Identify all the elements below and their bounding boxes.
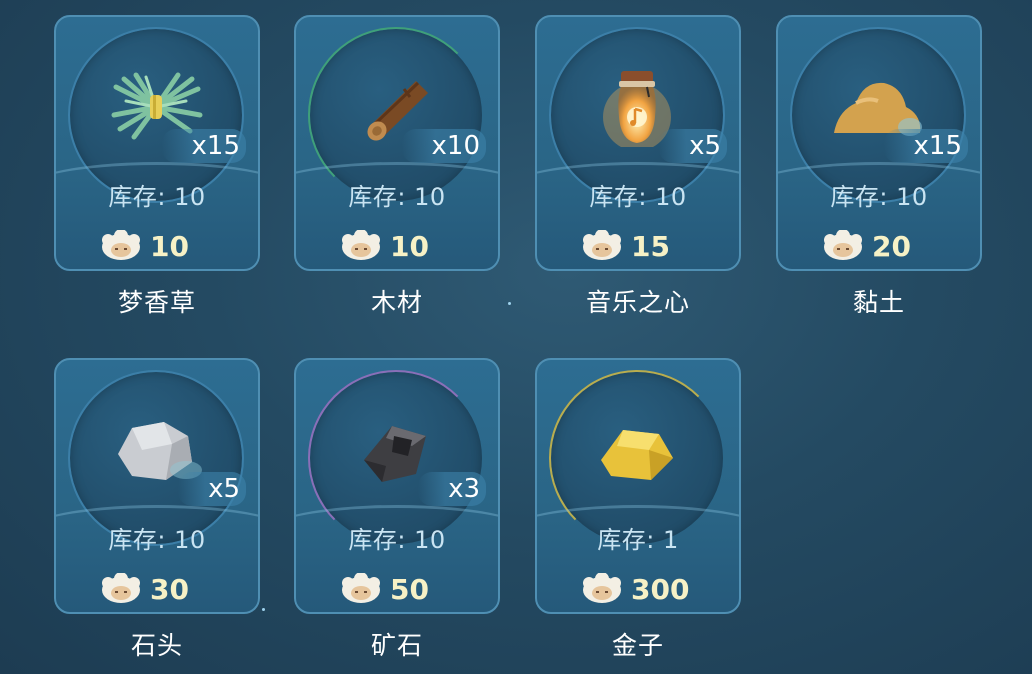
shop-item: x10 库存: 10 10 木材 xyxy=(294,15,500,319)
item-name: 金子 xyxy=(611,631,664,660)
item-name: 梦香草 xyxy=(117,288,196,317)
item-quantity: x10 xyxy=(401,129,486,163)
item-price-value: 20 xyxy=(872,229,911,263)
item-name: 音乐之心 xyxy=(585,288,690,317)
sheep-currency-icon xyxy=(583,573,621,603)
item-price-value: 50 xyxy=(390,572,429,606)
item-price: 10 xyxy=(340,229,429,263)
shop-item-card[interactable]: x15 库存: 10 20 xyxy=(776,15,982,271)
sheep-currency-icon xyxy=(102,230,140,260)
shop-item-grid: x15 库存: 10 10 梦香草 x10 库存: 10 10 木材 x5 库存… xyxy=(0,0,1032,674)
item-name: 石头 xyxy=(130,631,183,660)
item-name: 黏土 xyxy=(852,288,905,317)
shop-item-card[interactable]: x15 库存: 10 10 xyxy=(54,15,260,271)
item-quantity: x5 xyxy=(659,129,727,163)
sparkle-dot xyxy=(262,608,265,611)
sheep-currency-icon xyxy=(342,230,380,260)
sheep-currency-icon xyxy=(102,573,140,603)
item-stock: 库存: 10 xyxy=(108,526,206,554)
item-price-value: 10 xyxy=(150,229,189,263)
item-quantity: x15 xyxy=(883,129,968,163)
item-stock: 库存: 10 xyxy=(348,526,446,554)
item-quantity: x15 xyxy=(161,129,246,163)
item-quantity: x5 xyxy=(178,472,246,506)
shop-item: x5 库存: 10 15 音乐之心 xyxy=(535,15,741,319)
item-price: 300 xyxy=(581,572,689,606)
item-price: 15 xyxy=(581,229,670,263)
item-stock: 库存: 10 xyxy=(348,183,446,211)
item-name: 矿石 xyxy=(370,631,423,660)
shop-item-card[interactable]: x10 库存: 10 10 xyxy=(294,15,500,271)
item-price-value: 30 xyxy=(150,572,189,606)
sheep-currency-icon xyxy=(824,230,862,260)
gold-nugget-icon xyxy=(601,430,673,480)
item-name: 木材 xyxy=(370,288,423,317)
item-stock: 库存: 10 xyxy=(589,183,687,211)
shop-item: x5 库存: 10 30 石头 xyxy=(54,358,260,662)
sheep-currency-icon xyxy=(342,573,380,603)
item-price: 10 xyxy=(100,229,189,263)
item-price-value: 10 xyxy=(390,229,429,263)
item-price: 20 xyxy=(822,229,911,263)
item-stock: 库存: 10 xyxy=(108,183,206,211)
sparkle-dot xyxy=(508,302,511,305)
item-stock: 库存: 1 xyxy=(597,526,679,554)
shop-item: x3 库存: 10 50 矿石 xyxy=(294,358,500,662)
item-price-value: 15 xyxy=(631,229,670,263)
shop-item: x15 库存: 10 20 黏土 xyxy=(776,15,982,319)
sheep-currency-icon xyxy=(583,230,621,260)
item-price-value: 300 xyxy=(631,572,690,606)
shop-item: x15 库存: 10 10 梦香草 xyxy=(54,15,260,319)
shop-item-card[interactable]: 库存: 1 300 xyxy=(535,358,741,614)
shop-item-card[interactable]: x5 库存: 10 15 xyxy=(535,15,741,271)
shop-item-card[interactable]: x5 库存: 10 30 xyxy=(54,358,260,614)
item-price: 50 xyxy=(340,572,429,606)
item-stock: 库存: 10 xyxy=(830,183,928,211)
shop-item: 库存: 1 300 金子 xyxy=(535,358,741,662)
item-price: 30 xyxy=(100,572,189,606)
shop-item-card[interactable]: x3 库存: 10 50 xyxy=(294,358,500,614)
item-quantity: x3 xyxy=(418,472,486,506)
